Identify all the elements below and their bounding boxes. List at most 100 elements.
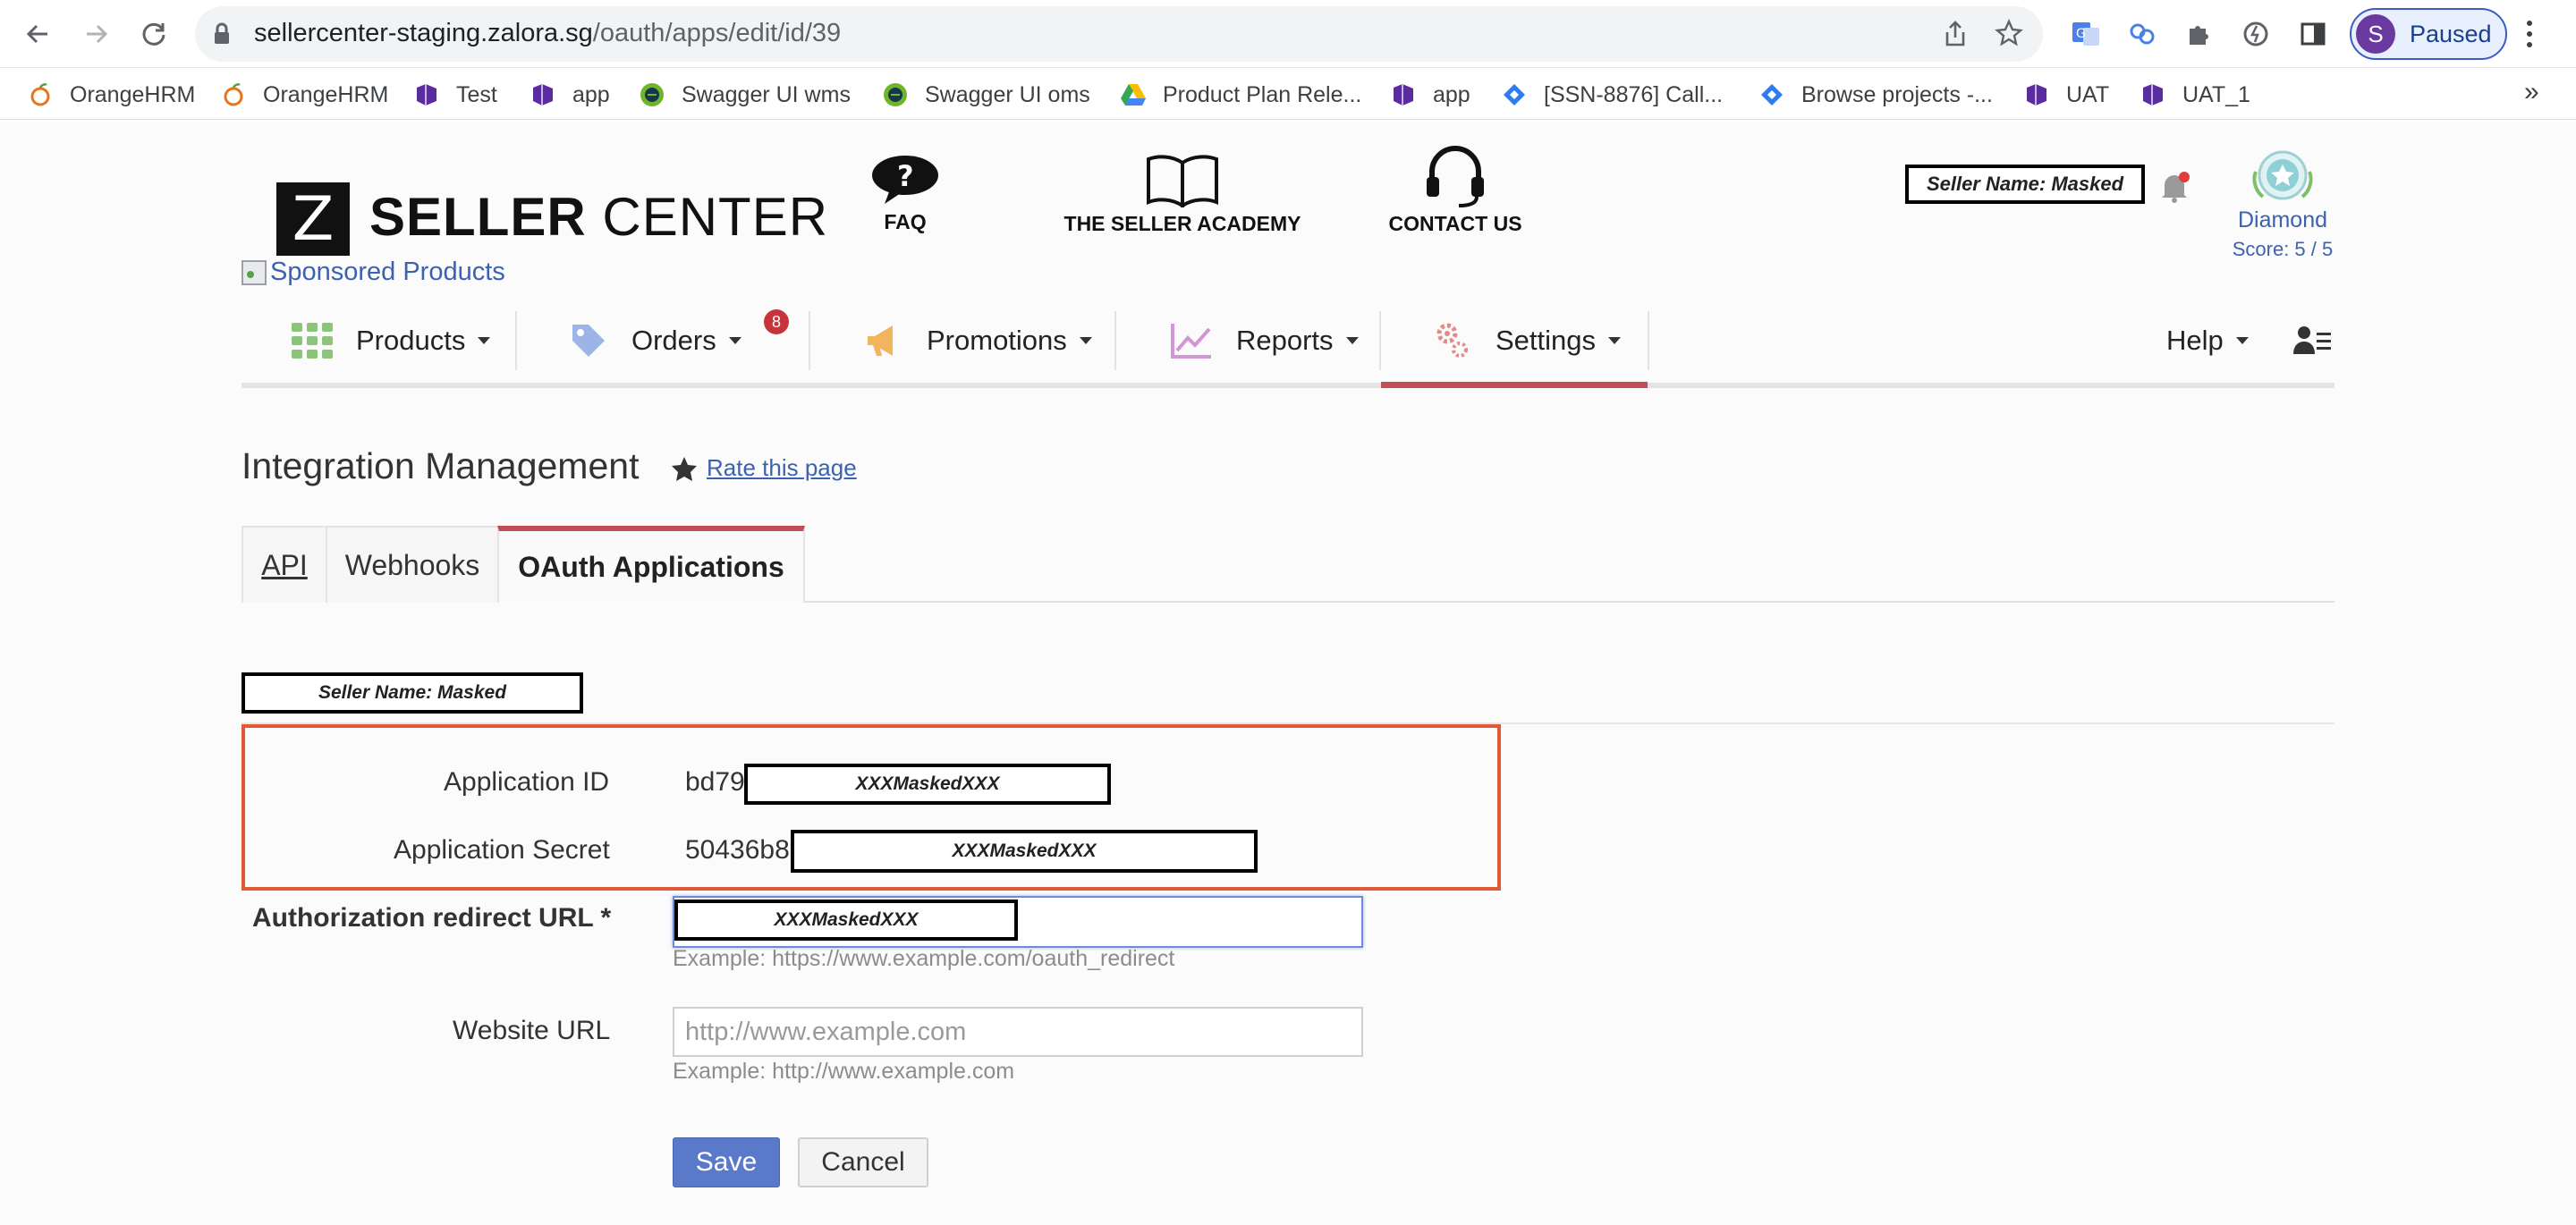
- website-url-input[interactable]: [673, 1007, 1363, 1057]
- nav-user-menu[interactable]: [2293, 299, 2333, 383]
- profile-status: Paused: [2410, 20, 2492, 47]
- reload-icon: [142, 22, 165, 46]
- bookmark-item[interactable]: Swagger UI oms: [882, 79, 1090, 111]
- website-url-hint: Example: http://www.example.com: [673, 1059, 1015, 1084]
- app-icon: [530, 81, 556, 108]
- redirect-url-hint: Example: https://www.example.com/oauth_r…: [673, 946, 1175, 971]
- caret-down-icon: [1608, 337, 1622, 344]
- arrow-right-icon: [87, 24, 108, 44]
- arrow-left-icon: [26, 24, 47, 44]
- line-chart-icon: [1170, 322, 1213, 359]
- faq-link[interactable]: ? FAQ: [868, 154, 943, 234]
- bookmark-item[interactable]: [SSN-8876] Call...: [1501, 79, 1723, 111]
- browser-toolbar: sellercenter-staging.zalora.sg/oauth/app…: [0, 0, 2576, 68]
- svg-text:G: G: [2076, 27, 2086, 41]
- translate-extension[interactable]: G: [2068, 16, 2104, 52]
- caret-down-icon: [2235, 337, 2249, 344]
- share-icon[interactable]: [1943, 21, 1968, 47]
- save-button[interactable]: Save: [673, 1137, 780, 1187]
- swagger-icon: [882, 81, 909, 108]
- rate-page-link[interactable]: Rate this page: [671, 454, 857, 482]
- caret-down-icon: [1345, 337, 1359, 344]
- notification-bell-icon[interactable]: [2157, 170, 2191, 204]
- tab-api[interactable]: API: [242, 526, 327, 603]
- diamond-tier-icon: [2252, 150, 2313, 200]
- nav-orders[interactable]: Orders: [569, 299, 741, 383]
- profile-button[interactable]: S Paused: [2350, 8, 2507, 60]
- back-button[interactable]: [20, 16, 55, 52]
- nav-divider: [1114, 311, 1116, 370]
- bookmark-item[interactable]: app: [530, 79, 610, 111]
- jira-icon: [1501, 81, 1528, 108]
- bookmark-item[interactable]: UAT_1: [2140, 79, 2250, 111]
- cancel-button[interactable]: Cancel: [798, 1137, 928, 1187]
- extensions-button[interactable]: [2181, 16, 2216, 52]
- zalora-logo[interactable]: Z: [276, 182, 350, 256]
- gauge-icon: [2243, 21, 2268, 46]
- bookmark-item[interactable]: app: [1390, 79, 1470, 111]
- bookmark-item[interactable]: Browse projects -...: [1758, 79, 1993, 111]
- app-icon: [1390, 81, 1417, 108]
- bookmark-item[interactable]: OrangeHRM: [27, 79, 195, 111]
- bookmark-item[interactable]: Test: [413, 79, 497, 111]
- reload-button[interactable]: [136, 16, 172, 52]
- nav-active-indicator: [1381, 382, 1648, 388]
- nav-divider: [515, 311, 517, 370]
- star-icon: [672, 456, 697, 481]
- bookmark-item[interactable]: UAT: [2023, 79, 2109, 111]
- puzzle-icon: [2190, 26, 2208, 45]
- contact-us-link[interactable]: CONTACT US: [1385, 145, 1526, 236]
- performance-button[interactable]: [2238, 16, 2274, 52]
- svg-text:?: ?: [897, 159, 914, 193]
- app-id-value: bd79: [685, 767, 745, 797]
- nav-settings[interactable]: Settings: [1433, 299, 1622, 383]
- bookmark-item[interactable]: Product Plan Rele...: [1120, 79, 1361, 111]
- caret-down-icon: [478, 337, 491, 344]
- avatar: S: [2356, 14, 2395, 54]
- app-icon: [2023, 81, 2050, 108]
- nav-divider: [1648, 311, 1649, 370]
- orange-icon: [27, 81, 54, 108]
- lock-icon: [215, 22, 229, 44]
- nav-products[interactable]: Products: [292, 299, 491, 383]
- side-panel-icon: [2301, 22, 2326, 46]
- gears-icon: [1433, 321, 1472, 360]
- bookmarks-overflow-button[interactable]: »: [2524, 77, 2539, 107]
- forward-button[interactable]: [79, 16, 114, 52]
- bookmark-item[interactable]: OrangeHRM: [220, 79, 388, 111]
- user-list-icon: [2293, 326, 2331, 354]
- bookmark-star-icon[interactable]: [1995, 19, 2023, 47]
- caret-down-icon: [728, 337, 741, 344]
- url-text: sellercenter-staging.zalora.sg/oauth/app…: [254, 19, 842, 47]
- website-url-label: Website URL: [453, 1016, 611, 1045]
- sponsored-products-link[interactable]: Sponsored Products: [242, 258, 505, 287]
- headset-icon: [1427, 146, 1484, 207]
- seller-center-page: Z SELLER CENTER ? FAQ THE SELLER ACADEMY…: [0, 122, 2576, 1225]
- tab-webhooks[interactable]: Webhooks: [326, 526, 499, 603]
- link-extension[interactable]: [2124, 16, 2160, 52]
- seller-tier[interactable]: Diamond: [2236, 207, 2329, 233]
- more-vert-icon[interactable]: [2522, 18, 2537, 50]
- translate-icon: G: [2072, 22, 2099, 46]
- seller-academy-link[interactable]: THE SELLER ACADEMY: [1061, 154, 1304, 236]
- grid-icon: [292, 323, 333, 359]
- broken-image-icon: [242, 259, 267, 285]
- app-secret-label: Application Secret: [394, 835, 610, 865]
- tab-oauth-applications[interactable]: OAuth Applications: [497, 526, 805, 603]
- nav-promotions[interactable]: Promotions: [864, 299, 1092, 383]
- nav-help[interactable]: Help: [2166, 299, 2249, 383]
- seller-name-badge: Seller Name: Masked: [1905, 165, 2145, 204]
- app-icon: [413, 81, 440, 108]
- side-panel-button[interactable]: [2295, 16, 2331, 52]
- address-bar[interactable]: sellercenter-staging.zalora.sg/oauth/app…: [195, 6, 2043, 62]
- integration-tabs: API Webhooks OAuth Applications: [242, 526, 2334, 603]
- bookmark-item[interactable]: Swagger UI wms: [639, 79, 851, 111]
- redirect-url-mask: XXXMaskedXXX: [674, 900, 1018, 941]
- drive-icon: [1120, 81, 1147, 108]
- megaphone-icon: [864, 322, 903, 359]
- page-title: Integration Management: [242, 445, 640, 486]
- jira-icon: [1758, 81, 1785, 108]
- seller-center-logo-text: SELLER CENTER: [369, 187, 829, 247]
- redirect-url-input[interactable]: XXXMaskedXXX: [673, 896, 1363, 948]
- nav-reports[interactable]: Reports: [1170, 299, 1359, 383]
